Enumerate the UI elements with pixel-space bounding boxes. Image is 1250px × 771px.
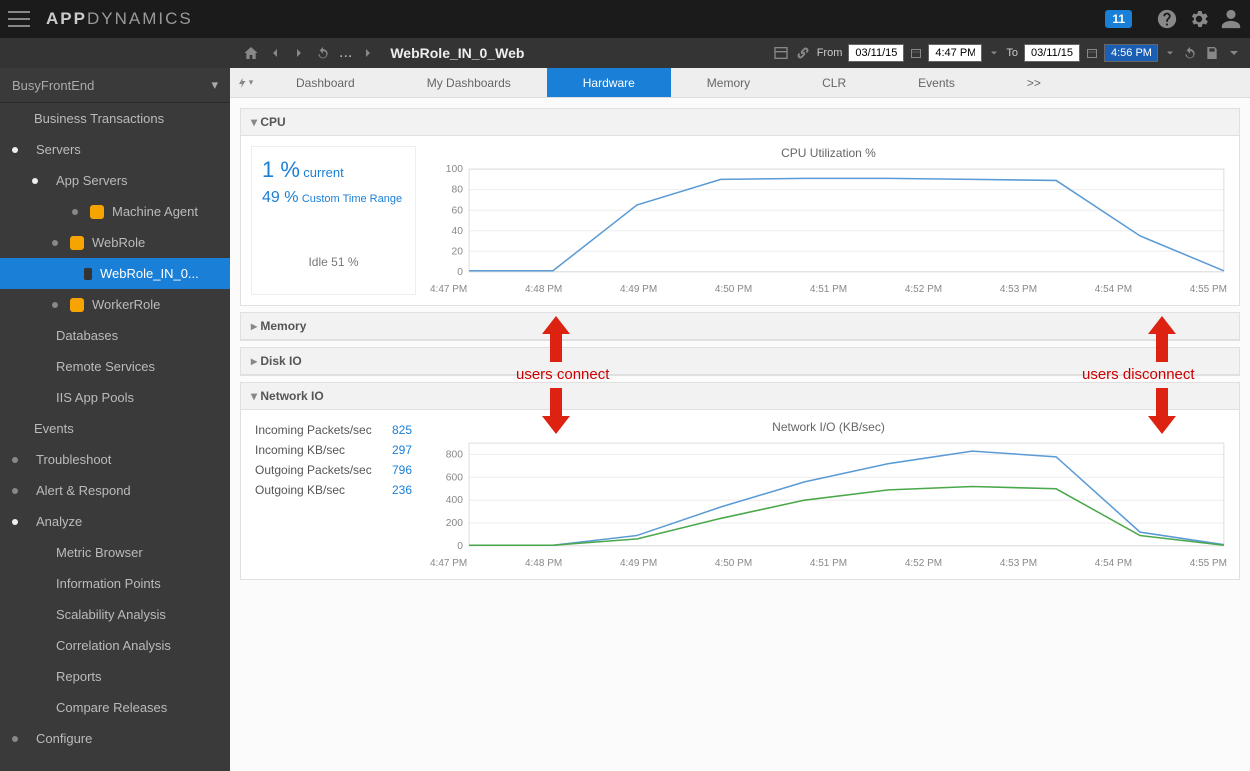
sidebar-item-events[interactable]: Events [0,413,230,444]
tab-memory[interactable]: Memory [671,68,786,97]
dropdown-icon[interactable] [988,47,1000,59]
svg-text:800: 800 [446,450,463,461]
svg-text:100: 100 [446,164,463,175]
net-chart: Network I/O (KB/sec) 0200400600800 4:47 … [428,420,1229,569]
menu-icon[interactable] [8,11,30,27]
from-label: From [817,47,843,59]
main: ▾ Dashboard My Dashboards Hardware Memor… [230,68,1250,771]
sidebar-item-reports[interactable]: Reports [0,661,230,692]
breadcrumb-bar: ... WebRole_IN_0_Web From To [0,38,1250,68]
sidebar-item-troubleshoot[interactable]: Troubleshoot [0,444,230,475]
sidebar-item-scalability[interactable]: Scalability Analysis [0,599,230,630]
sidebar-item-databases[interactable]: Databases [0,320,230,351]
sidebar-item-bt[interactable]: Business Transactions [0,103,230,134]
gear-icon[interactable] [1188,8,1210,30]
sidebar-item-appservers[interactable]: App Servers [0,165,230,196]
sidebar-item-infopoints[interactable]: Information Points [0,568,230,599]
sidebar-item-workerrole[interactable]: WorkerRole [0,289,230,320]
panel-netio: Network IO Incoming Packets/sec825 Incom… [240,382,1240,580]
to-time-input[interactable] [1104,44,1158,62]
cpu-stats: 1 % current 49 % Custom Time Range Idle … [251,146,416,295]
sidebar-item-servers[interactable]: Servers [0,134,230,165]
help-icon[interactable] [1156,8,1178,30]
panel-cpu-header[interactable]: CPU [241,109,1239,136]
svg-text:0: 0 [457,541,463,551]
nav-fwd-icon[interactable] [291,45,307,61]
network-stats: Incoming Packets/sec825 Incoming KB/sec2… [251,420,416,569]
svg-text:60: 60 [452,205,464,216]
sidebar-item-webrole-in0[interactable]: WebRole_IN_0... [0,258,230,289]
sidebar-item-machine-agent[interactable]: Machine Agent [0,196,230,227]
bolt-icon[interactable]: ▾ [230,68,260,97]
tab-events[interactable]: Events [882,68,991,97]
sidebar: BusyFrontEnd▾ Business Transactions Serv… [0,68,230,771]
top-bar: APPDYNAMICS 11 [0,0,1250,38]
panel-memory: Memory [240,312,1240,341]
sidebar-item-metric[interactable]: Metric Browser [0,537,230,568]
collapse-icon[interactable] [1226,45,1242,61]
home-icon[interactable] [243,45,259,61]
refresh-icon[interactable] [315,45,331,61]
panel-netio-header[interactable]: Network IO [241,383,1239,410]
from-date-input[interactable] [848,44,904,62]
tab-hardware[interactable]: Hardware [547,68,671,97]
app-selector[interactable]: BusyFrontEnd▾ [0,68,230,103]
tab-more[interactable]: >> [991,68,1077,97]
tab-dashboard[interactable]: Dashboard [260,68,391,97]
layout-icon[interactable] [773,45,789,61]
panel-memory-header[interactable]: Memory [241,313,1239,340]
calendar-icon[interactable] [910,47,922,59]
brand-logo: APPDYNAMICS [46,9,193,29]
chevron-right-icon [360,45,376,61]
svg-text:80: 80 [452,185,464,196]
reload-icon[interactable] [1182,45,1198,61]
dropdown-icon[interactable] [1164,47,1176,59]
svg-text:0: 0 [457,267,463,277]
svg-text:400: 400 [446,495,463,506]
to-label: To [1006,47,1018,59]
sidebar-item-remote[interactable]: Remote Services [0,351,230,382]
user-icon[interactable] [1220,8,1242,30]
notification-badge[interactable]: 11 [1105,10,1132,28]
to-date-input[interactable] [1024,44,1080,62]
page-title: WebRole_IN_0_Web [390,45,524,61]
panel-cpu: CPU 1 % current 49 % Custom Time Range I… [240,108,1240,306]
breadcrumb-ellipsis[interactable]: ... [339,44,352,62]
sidebar-item-configure[interactable]: Configure [0,723,230,754]
sidebar-item-webrole[interactable]: WebRole [0,227,230,258]
tab-bar: ▾ Dashboard My Dashboards Hardware Memor… [230,68,1250,98]
cpu-chart: CPU Utilization % 020406080100 4:47 PM4:… [428,146,1229,295]
sidebar-item-analyze[interactable]: Analyze [0,506,230,537]
nav-back-icon[interactable] [267,45,283,61]
panel-diskio: Disk IO [240,347,1240,376]
tab-mydashboards[interactable]: My Dashboards [391,68,547,97]
svg-text:600: 600 [446,472,463,483]
tab-clr[interactable]: CLR [786,68,882,97]
from-time-input[interactable] [928,44,982,62]
sidebar-item-compare[interactable]: Compare Releases [0,692,230,723]
sidebar-item-correlation[interactable]: Correlation Analysis [0,630,230,661]
sidebar-item-iis[interactable]: IIS App Pools [0,382,230,413]
svg-text:40: 40 [452,226,464,237]
save-icon[interactable] [1204,45,1220,61]
calendar-icon[interactable] [1086,47,1098,59]
svg-text:20: 20 [452,246,464,257]
panel-diskio-header[interactable]: Disk IO [241,348,1239,375]
svg-text:200: 200 [446,518,463,529]
link-icon[interactable] [795,45,811,61]
sidebar-item-alert[interactable]: Alert & Respond [0,475,230,506]
